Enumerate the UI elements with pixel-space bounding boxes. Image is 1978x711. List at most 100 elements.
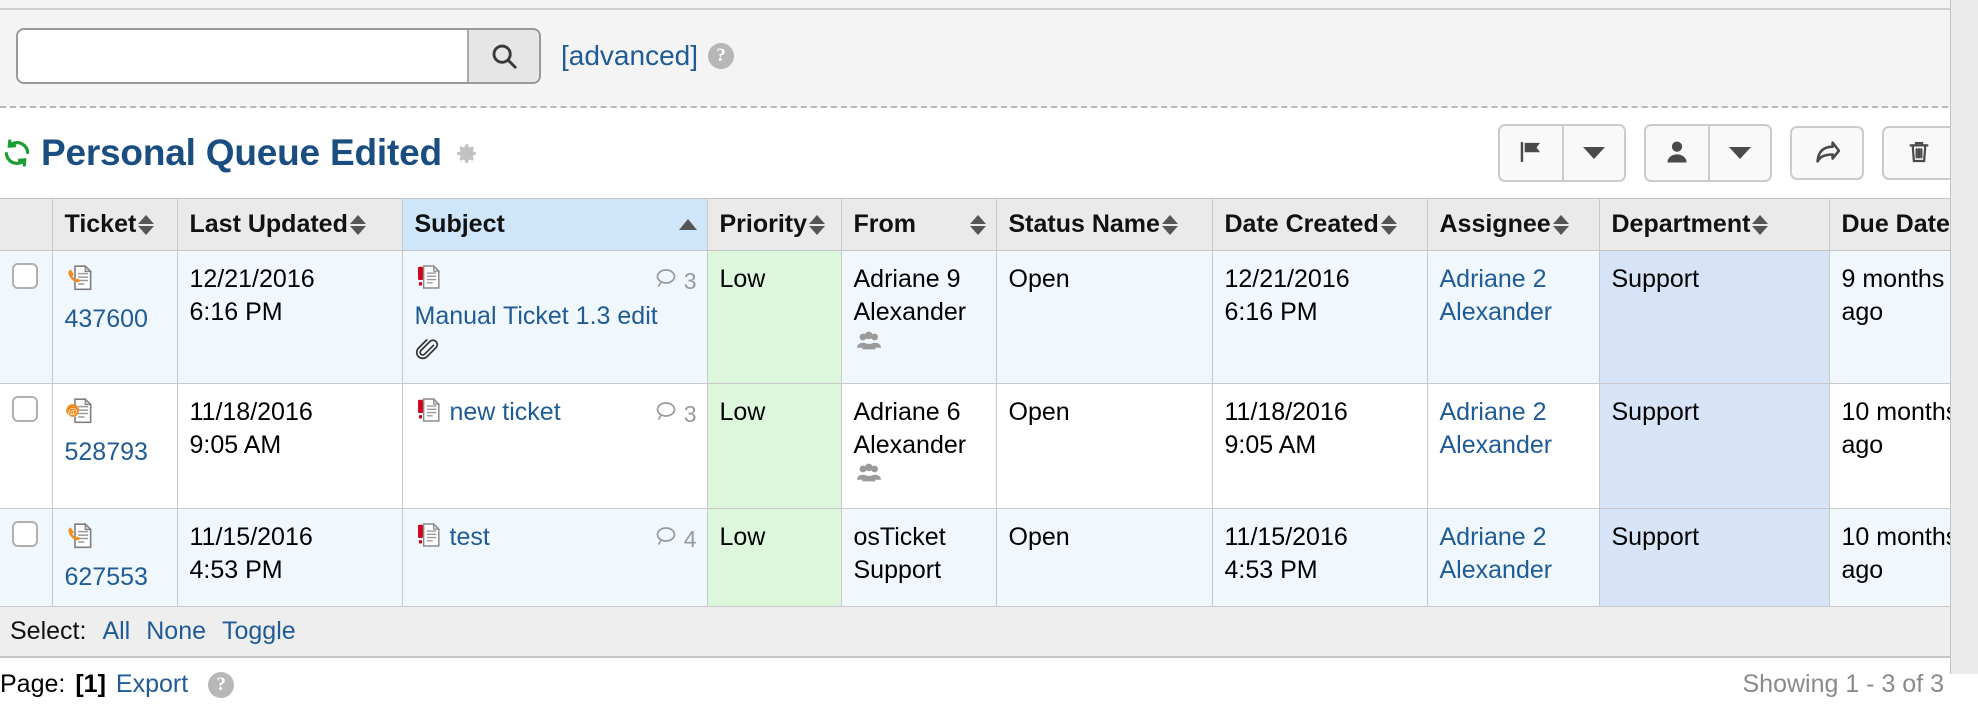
column-header-due-date[interactable]: Due Date bbox=[1829, 198, 1978, 251]
refresh-icon[interactable] bbox=[2, 138, 32, 168]
last-updated-date: 12/21/2016 bbox=[189, 265, 315, 293]
sort-icon bbox=[1161, 214, 1178, 235]
thread-count: 4 bbox=[683, 525, 697, 552]
comment-icon bbox=[655, 524, 679, 555]
last-updated-date: 11/18/2016 bbox=[189, 397, 313, 426]
column-header-last-updated[interactable]: Last Updated bbox=[177, 198, 403, 251]
column-label: Department bbox=[1611, 210, 1751, 238]
department-cell: Support bbox=[1599, 508, 1830, 607]
column-header-ticket[interactable]: Ticket bbox=[52, 198, 178, 251]
sort-ascending-icon bbox=[678, 219, 697, 230]
ticket-alert-icon bbox=[415, 263, 443, 300]
row-checkbox[interactable] bbox=[12, 520, 38, 547]
last-updated-time: 4:53 PM bbox=[189, 555, 283, 584]
column-label: Subject bbox=[414, 210, 505, 238]
page-title: Personal Queue Edited bbox=[41, 132, 442, 173]
users-icon bbox=[856, 462, 882, 495]
delete-button[interactable] bbox=[1882, 126, 1956, 180]
assignee-cell: Adriane 2 Alexander bbox=[1427, 383, 1600, 509]
department-cell: Support bbox=[1599, 250, 1830, 384]
page-number[interactable]: [1] bbox=[75, 670, 106, 699]
assignee-link[interactable]: Adriane 2 Alexander bbox=[1440, 398, 1553, 459]
thread-count: 3 bbox=[683, 400, 697, 427]
subject-link[interactable]: test bbox=[450, 521, 490, 554]
search-panel: [advanced] ? bbox=[0, 10, 1978, 108]
column-header-from[interactable]: From bbox=[841, 198, 997, 251]
subject-link[interactable]: Manual Ticket 1.3 edit bbox=[415, 302, 658, 330]
subject-cell: new ticket 3 bbox=[402, 383, 708, 509]
select-label: Select: bbox=[10, 617, 87, 645]
search-submit-button[interactable] bbox=[467, 30, 539, 82]
date-created-cell: 11/15/2016 4:53 PM bbox=[1212, 508, 1428, 607]
priority-cell: Low bbox=[707, 383, 842, 509]
subject-link[interactable]: new ticket bbox=[450, 396, 561, 429]
due-date-cell: 9 months ago bbox=[1829, 250, 1978, 384]
date-created-cell: 12/21/2016 6:16 PM bbox=[1212, 250, 1428, 384]
column-header-assignee[interactable]: Assignee bbox=[1427, 198, 1600, 251]
paperclip-icon bbox=[415, 338, 697, 371]
row-checkbox[interactable] bbox=[12, 395, 38, 422]
chevron-down-icon bbox=[1729, 147, 1751, 159]
last-updated-cell: 12/21/2016 6:16 PM bbox=[177, 250, 403, 384]
date-created-cell: 11/18/2016 9:05 AM bbox=[1212, 383, 1428, 509]
from-name: Adriane 6 Alexander bbox=[853, 397, 967, 459]
ticket-email-icon: @ bbox=[65, 396, 95, 435]
assignee-cell: Adriane 2 Alexander bbox=[1427, 508, 1600, 607]
select-bar: Select: All None Toggle bbox=[0, 607, 1978, 658]
svg-text:@: @ bbox=[67, 407, 77, 418]
chevron-down-icon bbox=[1583, 147, 1605, 159]
thread-count-group: 3 bbox=[655, 396, 697, 430]
ticket-number-link[interactable]: 528793 bbox=[65, 436, 148, 469]
flag-button-group bbox=[1498, 124, 1626, 182]
column-header-status-name[interactable]: Status Name bbox=[996, 198, 1213, 251]
table-row: @ 528793 11/18/2016 9:05 AM new ticket 3… bbox=[0, 383, 1978, 509]
search-help-icon[interactable]: ? bbox=[708, 43, 734, 69]
last-updated-time: 6:16 PM bbox=[189, 298, 283, 327]
select-none-link[interactable]: None bbox=[146, 617, 206, 646]
column-header-department[interactable]: Department bbox=[1599, 198, 1830, 251]
assignee-link[interactable]: Adriane 2 Alexander bbox=[1440, 265, 1553, 326]
advanced-search-link[interactable]: [advanced] bbox=[561, 40, 698, 72]
sort-icon bbox=[138, 214, 155, 235]
search-box bbox=[16, 28, 541, 84]
search-input[interactable] bbox=[18, 30, 467, 82]
sort-icon bbox=[1380, 214, 1397, 235]
user-icon bbox=[1663, 138, 1691, 169]
column-header-date-created[interactable]: Date Created bbox=[1212, 198, 1428, 251]
select-toggle-link[interactable]: Toggle bbox=[222, 617, 296, 646]
export-help-icon[interactable]: ? bbox=[208, 671, 235, 698]
flag-button[interactable] bbox=[1500, 126, 1562, 180]
flag-dropdown-button[interactable] bbox=[1562, 126, 1624, 180]
pagination-group: Page: [1] Export ? bbox=[0, 670, 235, 699]
assign-button[interactable] bbox=[1646, 126, 1708, 180]
created-date: 11/18/2016 bbox=[1224, 397, 1348, 426]
column-label: Ticket bbox=[64, 210, 137, 238]
gear-icon[interactable] bbox=[454, 141, 479, 166]
assignee-cell: Adriane 2 Alexander bbox=[1427, 250, 1600, 384]
tickets-table: Ticket Last Updated Subject Priority Fro… bbox=[0, 198, 1978, 607]
row-checkbox[interactable] bbox=[12, 263, 38, 289]
ticket-alert-icon bbox=[415, 521, 443, 558]
thread-count-group: 3 bbox=[655, 263, 697, 297]
subject-cell: test 4 bbox=[402, 508, 708, 607]
sort-icon bbox=[969, 214, 986, 235]
sort-icon bbox=[809, 214, 826, 235]
created-time: 6:16 PM bbox=[1224, 298, 1318, 327]
column-header-subject[interactable]: Subject bbox=[402, 198, 708, 251]
export-link[interactable]: Export bbox=[116, 670, 188, 699]
ticket-number-link[interactable]: 437600 bbox=[65, 303, 148, 336]
thread-count-group: 4 bbox=[655, 521, 697, 555]
table-row: 627553 11/15/2016 4:53 PM test 4 Low osT… bbox=[0, 508, 1978, 607]
ticket-number-link[interactable]: 627553 bbox=[65, 561, 148, 594]
select-all-link[interactable]: All bbox=[102, 617, 130, 646]
column-label: Priority bbox=[719, 210, 808, 238]
transfer-button[interactable] bbox=[1790, 126, 1864, 180]
assign-dropdown-button[interactable] bbox=[1708, 126, 1770, 180]
sort-icon bbox=[349, 214, 366, 235]
comment-icon bbox=[655, 399, 679, 430]
column-header-priority[interactable]: Priority bbox=[707, 198, 842, 251]
assignee-link[interactable]: Adriane 2 Alexander bbox=[1440, 523, 1553, 584]
column-label: Status Name bbox=[1008, 210, 1160, 238]
ticket-cell: @ 528793 bbox=[52, 383, 178, 509]
subject-cell: 3 Manual Ticket 1.3 edit bbox=[402, 250, 708, 384]
